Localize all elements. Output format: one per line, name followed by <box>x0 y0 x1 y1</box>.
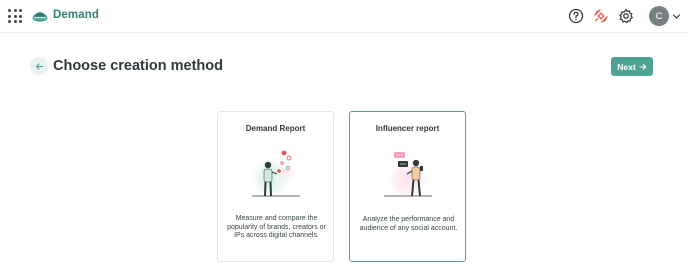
method-card-title: Influencer report <box>375 124 440 133</box>
gear-icon[interactable] <box>618 8 634 24</box>
help-icon[interactable] <box>568 8 584 24</box>
chevron-down-icon[interactable] <box>672 12 681 21</box>
app-grid-icon[interactable] <box>8 9 22 23</box>
influencer-report-illustration <box>384 152 432 202</box>
back-button[interactable] <box>30 57 48 75</box>
next-button-label: Next <box>617 61 636 72</box>
method-card-demand-report[interactable]: Demand Report Measure and compare the po… <box>217 111 334 262</box>
demand-logo-icon <box>32 12 48 22</box>
user-avatar[interactable]: C <box>649 6 669 26</box>
method-card-description: Analyze the performance and audience of … <box>359 216 458 232</box>
satellite-icon[interactable] <box>593 8 609 24</box>
method-card-title: Demand Report <box>245 124 306 133</box>
arrow-right-icon <box>639 63 646 70</box>
top-bar: Demand C <box>0 0 688 33</box>
demand-report-illustration <box>249 150 300 200</box>
app-name[interactable]: Demand <box>53 9 99 21</box>
arrow-left-icon <box>35 62 43 70</box>
method-card-influencer-report[interactable]: Influencer report Analyze the performanc… <box>349 111 466 262</box>
next-button[interactable]: Next <box>611 57 653 76</box>
method-card-description: Measure and compare the popularity of br… <box>227 215 326 240</box>
page-title: Choose creation method <box>53 58 223 74</box>
